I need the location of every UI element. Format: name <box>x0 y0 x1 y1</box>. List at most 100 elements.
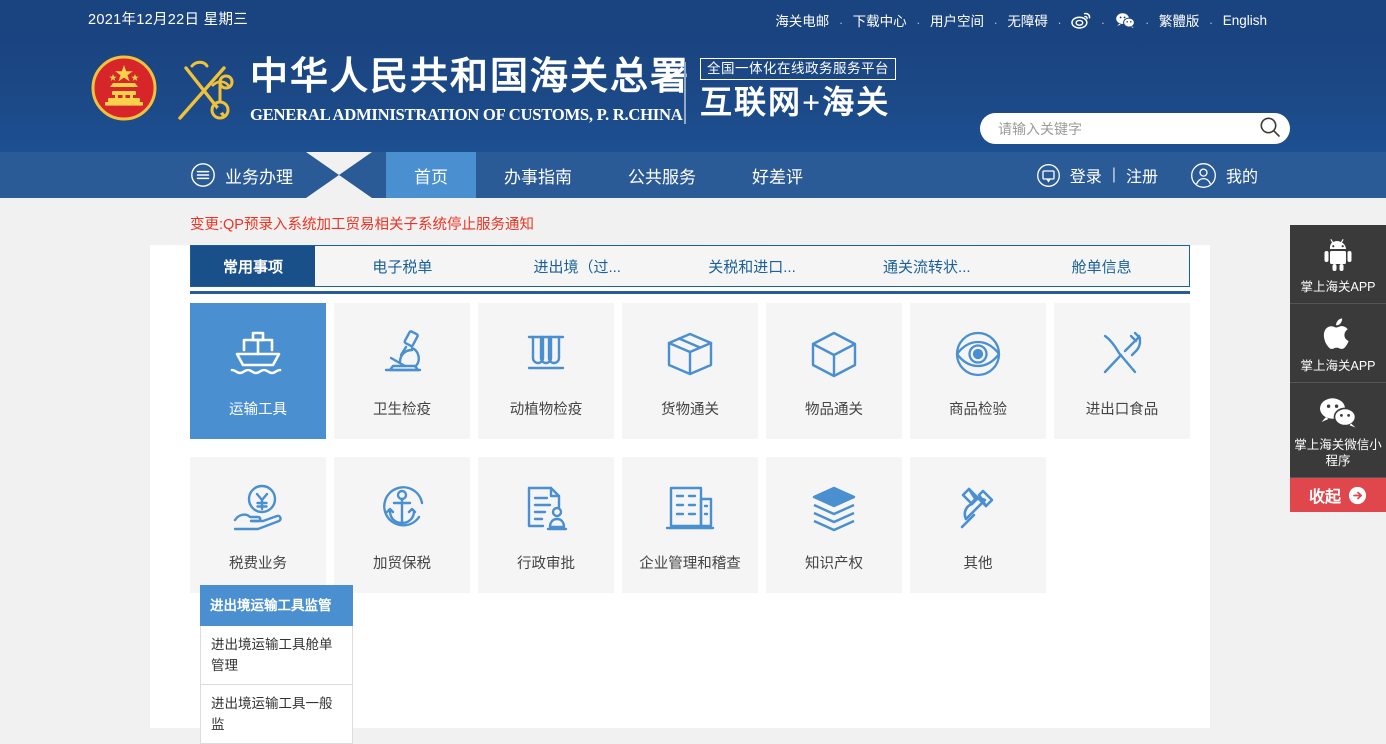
separator-dot: . <box>908 13 929 27</box>
nav-item-home[interactable]: 首页 <box>386 152 476 198</box>
notice-banner[interactable]: 变更:QP预录入系统加工贸易相关子系统停止服务通知 <box>190 213 534 234</box>
tab-label: 常用事项 <box>223 256 283 277</box>
eye-inspection-icon <box>949 324 1007 384</box>
separator-dot: . <box>1200 13 1221 27</box>
wechat-icon[interactable] <box>1114 12 1137 29</box>
floating-app-dock: 掌上海关APP 掌上海关APP 掌上海关微信小程序 收起 <box>1290 225 1386 512</box>
card-commodity-inspection[interactable]: 商品检验 <box>910 303 1046 439</box>
nav-divider: | <box>1102 166 1126 184</box>
tab-underline <box>190 291 1190 294</box>
service-card-grid: 运输工具 卫生检疫 动植物检疫 货物通关 <box>190 303 1190 611</box>
service-card-row: 税费业务 加贸保税 行政审批 企业管理和稽查 <box>190 457 1190 602</box>
card-administrative-approval[interactable]: 行政审批 <box>478 457 614 593</box>
tab-clearance-status[interactable]: 通关流转状... <box>839 246 1014 286</box>
dock-collapse-label: 收起 <box>1309 483 1341 507</box>
card-other[interactable]: 其他 <box>910 457 1046 593</box>
tab-electronic-tax-bill[interactable]: 电子税单 <box>315 246 490 286</box>
document-stamp-icon <box>517 478 575 538</box>
books-stack-icon <box>805 478 863 538</box>
main-navigation: 业务办理 首页 办事指南 公共服务 好差评 登录 | 注册 我的 <box>0 152 1386 198</box>
top-utility-bar: 2021年12月22日 星期三 海关电邮 . 下载中心 . 用户空间 . 无障碍… <box>0 0 1386 40</box>
platform-tag: 全国一体化在线政务服务平台 <box>700 58 896 80</box>
link-traditional-chinese[interactable]: 繁體版 <box>1158 10 1201 30</box>
link-download-center[interactable]: 下载中心 <box>852 10 908 30</box>
dock-item-label: 掌上海关APP <box>1294 279 1382 295</box>
card-label: 企业管理和稽查 <box>639 552 741 573</box>
sublist-item-manifest-management[interactable]: 进出境运输工具舱单管理 <box>200 626 353 685</box>
tab-bar: 常用事项 电子税单 进出境（过... 关税和进口... 通关流转状... 舱单信… <box>190 245 1190 287</box>
dock-item-android-app[interactable]: 掌上海关APP <box>1290 225 1386 304</box>
card-goods-clearance[interactable]: 货物通关 <box>622 303 758 439</box>
nav-item-review[interactable]: 好差评 <box>724 152 831 198</box>
tab-entry-exit[interactable]: 进出境（过... <box>490 246 665 286</box>
login-group[interactable]: 登录 <box>1036 163 1102 188</box>
sublist-item-transport-supervision[interactable]: 进出境运输工具监管 <box>200 585 353 626</box>
tab-manifest-info[interactable]: 舱单信息 <box>1014 246 1189 286</box>
mine-group[interactable]: 我的 <box>1190 162 1258 189</box>
hamburger-menu-icon <box>190 162 216 188</box>
mine-link[interactable]: 我的 <box>1226 163 1258 187</box>
search-icon <box>1259 116 1281 141</box>
card-label: 卫生检疫 <box>373 398 431 419</box>
weibo-icon[interactable] <box>1070 12 1092 29</box>
tab-common-items[interactable]: 常用事项 <box>191 246 315 286</box>
card-tax-business[interactable]: 税费业务 <box>190 457 326 593</box>
national-emblem-icon <box>90 54 158 122</box>
card-articles-clearance[interactable]: 物品通关 <box>766 303 902 439</box>
search-button[interactable] <box>1250 113 1290 144</box>
card-processing-trade-bonded[interactable]: 加贸保税 <box>334 457 470 593</box>
tab-label: 通关流转状... <box>883 256 971 277</box>
card-label: 货物通关 <box>661 398 719 419</box>
card-enterprise-management-audit[interactable]: 企业管理和稽查 <box>622 457 758 593</box>
service-card-row: 运输工具 卫生检疫 动植物检疫 货物通关 <box>190 303 1190 448</box>
nav-business-label: 业务办理 <box>225 163 293 188</box>
link-accessibility[interactable]: 无障碍 <box>1006 10 1049 30</box>
card-transport-tools[interactable]: 运输工具 <box>190 303 326 439</box>
card-label: 加贸保税 <box>373 552 431 573</box>
card-label: 税费业务 <box>229 552 287 573</box>
card-label: 其他 <box>964 552 993 573</box>
message-square-icon <box>1036 163 1070 188</box>
site-title-block: 中华人民共和国海关总署 GENERAL ADMINISTRATION OF CU… <box>250 54 696 127</box>
search-input[interactable] <box>980 121 1250 137</box>
grid-spacer <box>1054 457 1190 602</box>
sub-category-list: 进出境运输工具监管 进出境运输工具舱单管理 进出境运输工具一般监 <box>200 585 353 744</box>
tab-label: 关税和进口... <box>708 256 796 277</box>
card-intellectual-property[interactable]: 知识产权 <box>766 457 902 593</box>
card-animal-plant-quarantine[interactable]: 动植物检疫 <box>478 303 614 439</box>
login-link[interactable]: 登录 <box>1070 163 1102 187</box>
search-box[interactable] <box>980 113 1290 144</box>
register-link[interactable]: 注册 <box>1126 163 1158 187</box>
link-english[interactable]: English <box>1222 13 1268 28</box>
tab-label: 舱单信息 <box>1072 256 1132 277</box>
card-label: 商品检验 <box>949 398 1007 419</box>
tab-tariff-import[interactable]: 关税和进口... <box>665 246 840 286</box>
dock-item-ios-app[interactable]: 掌上海关APP <box>1290 304 1386 383</box>
sublist-item-general-supervision[interactable]: 进出境运输工具一般监 <box>200 685 353 744</box>
site-title-en: GENERAL ADMINISTRATION OF CUSTOMS, P. R.… <box>250 103 682 127</box>
current-date: 2021年12月22日 星期三 <box>88 0 248 40</box>
anchor-circle-icon <box>373 478 431 538</box>
top-utility-links: 海关电邮 . 下载中心 . 用户空间 . 无障碍 . . . 繁體版 . Eng… <box>774 0 1268 40</box>
separator-dot: . <box>1049 13 1070 27</box>
dock-item-wechat-miniprogram[interactable]: 掌上海关微信小程序 <box>1290 383 1386 478</box>
building-icon <box>661 478 719 538</box>
dock-collapse-button[interactable]: 收起 <box>1290 478 1386 512</box>
platform-block: 全国一体化在线政务服务平台 互联网+海关 <box>700 58 896 122</box>
link-user-space[interactable]: 用户空间 <box>929 10 985 30</box>
card-label: 运输工具 <box>229 398 287 419</box>
dock-item-label: 掌上海关微信小程序 <box>1294 437 1382 469</box>
separator-dot: . <box>830 13 851 27</box>
card-import-export-food[interactable]: 进出口食品 <box>1054 303 1190 439</box>
link-customs-email[interactable]: 海关电邮 <box>774 10 830 30</box>
nav-business-handling[interactable]: 业务办理 <box>190 152 293 198</box>
card-label: 物品通关 <box>805 398 863 419</box>
cube-icon <box>805 324 863 384</box>
card-health-quarantine[interactable]: 卫生检疫 <box>334 303 470 439</box>
dock-item-label: 掌上海关APP <box>1294 358 1382 374</box>
nav-item-public-service[interactable]: 公共服务 <box>600 152 724 198</box>
separator-dot: . <box>1092 13 1113 27</box>
apple-icon <box>1294 314 1382 354</box>
separator-dot: . <box>1137 13 1158 27</box>
nav-item-guide[interactable]: 办事指南 <box>476 152 600 198</box>
